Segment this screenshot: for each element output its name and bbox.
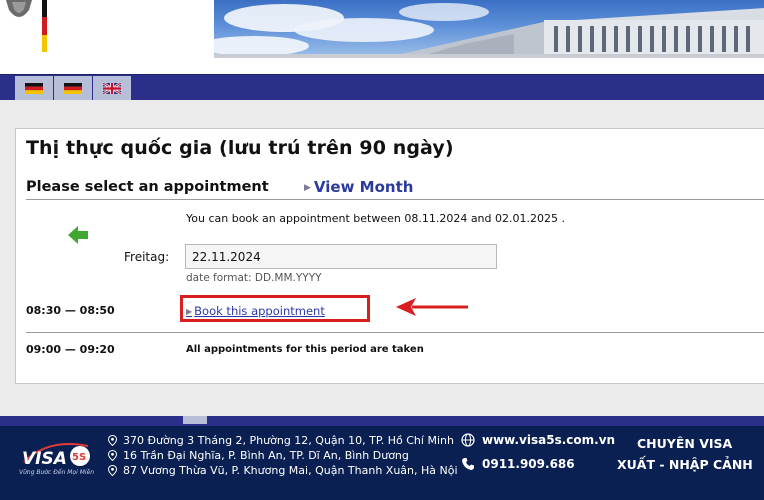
pointer-arrow-icon [396, 298, 468, 316]
slot-time: 09:00 — 09:20 [26, 343, 115, 356]
website-text: www.visa5s.com.vn [482, 433, 616, 447]
banner-divider [0, 58, 764, 74]
date-format-hint: date format: DD.MM.YYYY [186, 272, 322, 284]
globe-icon [461, 433, 475, 447]
highlight-box [180, 295, 370, 322]
select-appointment-heading: Please select an appointment [26, 179, 269, 195]
phone-icon [462, 458, 474, 470]
bottom-nav-tab [183, 416, 207, 424]
slot-time: 08:30 — 08:50 [26, 304, 115, 317]
content-area: Thị thực quốc gia (lưu trú trên 90 ngày)… [0, 100, 764, 416]
site-header [0, 0, 764, 74]
date-input[interactable] [185, 244, 497, 269]
uk-flag-icon [103, 83, 121, 94]
address-hcm: 370 Đường 3 Tháng 2, Phường 12, Quận 10,… [107, 434, 454, 447]
location-pin-icon [107, 465, 118, 476]
link-arrow-icon: ▶ [304, 183, 311, 193]
previous-day-arrow-icon[interactable] [66, 223, 90, 247]
promo-footer: VISA 5S Vững Bước Đến Mọi Miền 370 Đường… [0, 426, 764, 500]
language-german-alt-button[interactable] [54, 76, 92, 101]
view-month-link[interactable]: ▶ View Month [304, 178, 413, 196]
phone-contact: 0911.909.686 [461, 457, 575, 471]
address-text: 87 Vương Thừa Vũ, P. Khương Mai, Quận Th… [123, 464, 458, 477]
divider [26, 332, 764, 333]
address-text: 370 Đường 3 Tháng 2, Phường 12, Quận 10,… [123, 434, 454, 447]
german-color-bar [42, 0, 47, 52]
page-title: Thị thực quốc gia (lưu trú trên 90 ngày) [26, 137, 454, 159]
header-logo-area [0, 0, 214, 58]
language-german-button[interactable] [15, 76, 53, 101]
location-pin-icon [107, 435, 118, 446]
federal-eagle-icon [6, 0, 32, 17]
address-text: 16 Trần Đại Nghĩa, P. Bình An, TP. Dĩ An… [123, 449, 409, 462]
view-month-label: View Month [313, 178, 414, 196]
language-nav [0, 74, 764, 101]
booking-range-info: You can book an appointment between 08.1… [186, 212, 565, 225]
language-english-button[interactable] [93, 76, 131, 101]
footer-tagline: Vững Bước Đến Mọi Miền [19, 469, 95, 476]
phone-text: 0911.909.686 [482, 457, 575, 471]
visa5s-logo: VISA 5S [22, 443, 90, 469]
logo-badge: 5S [72, 452, 86, 463]
slot-unavailable-text: All appointments for this period are tak… [186, 344, 424, 355]
bottom-nav-bar [0, 416, 764, 426]
website-contact: www.visa5s.com.vn [461, 433, 615, 447]
address-binh-duong: 16 Trần Đại Nghĩa, P. Bình An, TP. Dĩ An… [107, 449, 409, 462]
logo-text: VISA [22, 449, 67, 469]
appointment-panel: Thị thực quốc gia (lưu trú trên 90 ngày)… [15, 128, 764, 384]
building-photo [214, 0, 764, 58]
slogan-line-1: CHUYÊN VISA [637, 436, 733, 451]
location-pin-icon [107, 450, 118, 461]
slogan-line-2: XUẤT - NHẬP CẢNH [617, 457, 753, 472]
date-label: Freitag: [124, 250, 170, 264]
divider [26, 199, 764, 200]
germany-flag-icon [25, 83, 43, 94]
germany-flag-icon [64, 83, 82, 94]
address-ha-noi: 87 Vương Thừa Vũ, P. Khương Mai, Quận Th… [107, 464, 458, 477]
